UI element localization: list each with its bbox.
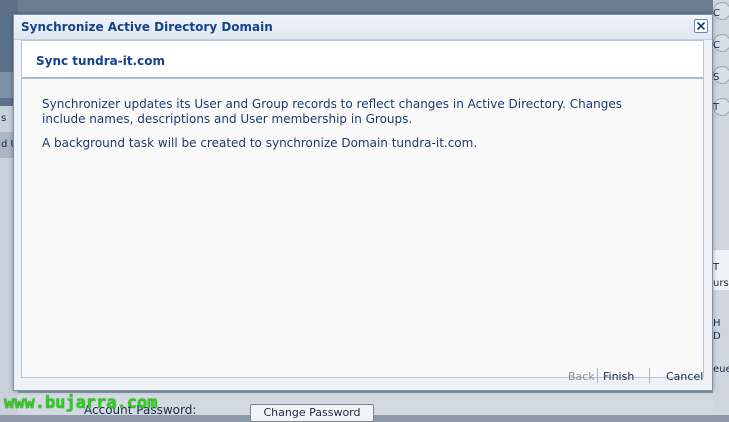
close-icon	[696, 21, 706, 31]
watermark: www.bujarra.com	[4, 393, 158, 413]
change-password-button[interactable]: Change Password	[250, 404, 374, 422]
background-right-label: S	[713, 72, 720, 83]
background-right-label: T	[713, 262, 720, 273]
background-right-label: C	[713, 40, 720, 51]
background-right-label: C	[713, 8, 720, 19]
background-right-label: D	[713, 331, 721, 342]
wizard-panel: Sync tundra-it.com Synchronizer updates …	[21, 40, 704, 378]
back-button[interactable]: Back	[568, 370, 595, 383]
description-paragraph: Synchronizer updates its User and Group …	[42, 97, 622, 126]
finish-button[interactable]: Finish	[603, 370, 634, 383]
background-right-label: T	[713, 102, 720, 113]
synchronize-domain-dialog: Synchronize Active Directory Domain Sync…	[13, 14, 713, 391]
background-task-paragraph: A background task will be created to syn…	[42, 136, 478, 150]
wizard-panel-title: Sync tundra-it.com	[36, 54, 165, 68]
dialog-footer: Back Finish Cancel	[14, 363, 712, 390]
dialog-title: Synchronize Active Directory Domain	[21, 20, 273, 34]
background-top-strip	[0, 0, 729, 14]
dialog-titlebar[interactable]: Synchronize Active Directory Domain	[14, 15, 712, 40]
cancel-button[interactable]: Cancel	[666, 370, 703, 383]
button-separator	[597, 368, 598, 383]
wizard-panel-header: Sync tundra-it.com	[22, 41, 703, 79]
background-left-row-label: s	[1, 113, 7, 124]
button-separator	[649, 368, 650, 383]
background-right-panel: C C S T T urs H D eue	[713, 0, 729, 415]
background-right-label: H	[713, 318, 721, 329]
wizard-panel-body: Synchronizer updates its User and Group …	[42, 97, 632, 160]
background-right-label: eue	[713, 364, 729, 375]
close-button[interactable]	[694, 19, 708, 33]
background-right-label: urs	[713, 278, 729, 289]
